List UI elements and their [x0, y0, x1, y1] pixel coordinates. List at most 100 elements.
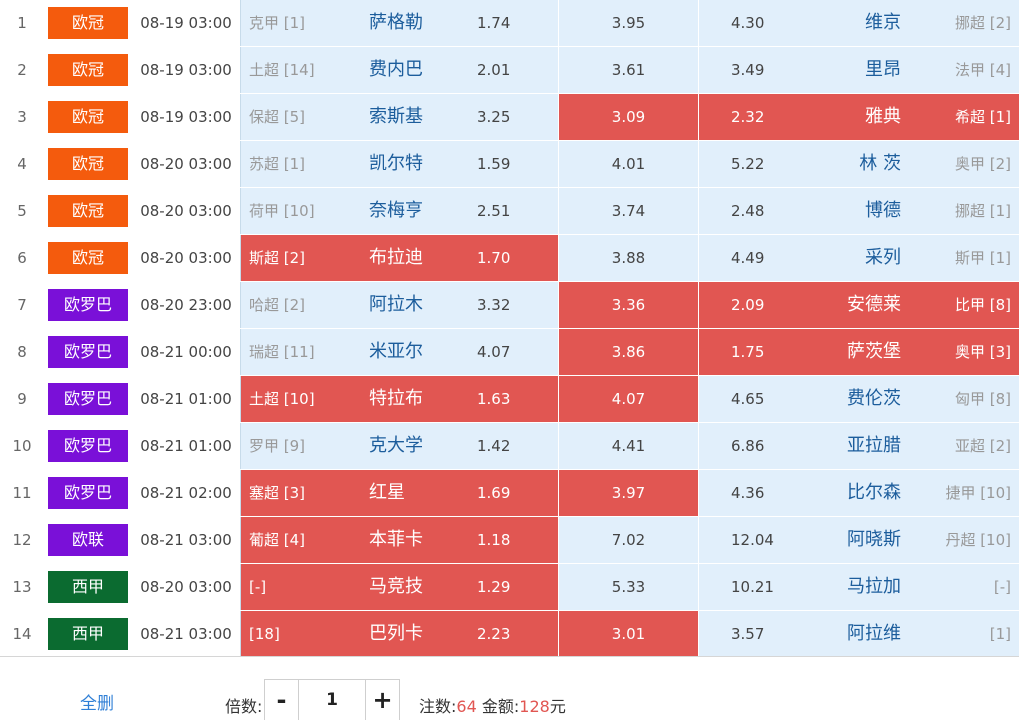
- away-win-option[interactable]: 4.65 费伦茨 匈甲 [8]: [699, 376, 1019, 422]
- draw-option[interactable]: 5.33: [559, 564, 698, 610]
- competition-badge: 欧罗巴: [48, 430, 128, 462]
- home-team-name: 索斯基: [369, 106, 423, 127]
- competition-cell: 欧罗巴: [44, 376, 132, 422]
- away-win-option[interactable]: 3.49 里昂 法甲 [4]: [699, 47, 1019, 93]
- competition-cell: 欧联: [44, 517, 132, 563]
- home-team-name: 阿拉木: [369, 294, 423, 315]
- home-win-option[interactable]: 土超 [14] 费内巴 2.01: [240, 47, 558, 93]
- away-win-option[interactable]: 5.22 林 茨 奥甲 [2]: [699, 141, 1019, 187]
- match-time: 08-21 03:00: [132, 517, 240, 563]
- home-win-option[interactable]: 土超 [10] 特拉布 1.63: [240, 376, 558, 422]
- away-win-odds: 4.30: [731, 14, 765, 32]
- home-team-name: 特拉布: [369, 388, 423, 409]
- draw-option[interactable]: 3.97: [559, 470, 698, 516]
- match-index: 8: [0, 329, 44, 375]
- home-win-option[interactable]: 罗甲 [9] 克大学 1.42: [240, 423, 558, 469]
- home-league-rank: [18]: [249, 625, 280, 643]
- amount-value: 128: [519, 697, 550, 716]
- match-index: 5: [0, 188, 44, 234]
- competition-badge: 欧罗巴: [48, 289, 128, 321]
- away-win-option[interactable]: 2.32 雅典 希超 [1]: [699, 94, 1019, 140]
- match-row: 9 欧罗巴 08-21 01:00 土超 [10] 特拉布 1.63 4.07 4.65 费伦茨…: [0, 376, 1019, 423]
- home-team-name: 布拉迪: [369, 247, 423, 268]
- match-time: 08-21 01:00: [132, 376, 240, 422]
- competition-cell: 欧罗巴: [44, 282, 132, 328]
- draw-odds: 5.33: [611, 578, 646, 596]
- match-index: 3: [0, 94, 44, 140]
- competition-badge: 欧冠: [48, 195, 128, 227]
- home-win-option[interactable]: 瑞超 [11] 米亚尔 4.07: [240, 329, 558, 375]
- away-league-rank: [1]: [989, 625, 1011, 643]
- away-league-rank: 挪超 [1]: [954, 202, 1011, 220]
- draw-option[interactable]: 7.02: [559, 517, 698, 563]
- home-win-odds: 1.18: [477, 531, 511, 549]
- draw-option[interactable]: 3.61: [559, 47, 698, 93]
- home-win-option[interactable]: 斯超 [2] 布拉迪 1.70: [240, 235, 558, 281]
- draw-option[interactable]: 4.41: [559, 423, 698, 469]
- draw-option[interactable]: 4.01: [559, 141, 698, 187]
- competition-cell: 欧罗巴: [44, 470, 132, 516]
- draw-option[interactable]: 3.88: [559, 235, 698, 281]
- away-win-option[interactable]: 3.57 阿拉维 [1]: [699, 611, 1019, 657]
- away-league-rank: 丹超 [10]: [945, 531, 1011, 549]
- home-win-option[interactable]: 苏超 [1] 凯尔特 1.59: [240, 141, 558, 187]
- away-win-option[interactable]: 2.09 安德莱 比甲 [8]: [699, 282, 1019, 328]
- away-win-option[interactable]: 6.86 亚拉腊 亚超 [2]: [699, 423, 1019, 469]
- match-time: 08-21 01:00: [132, 423, 240, 469]
- bets-count: 64: [456, 697, 477, 716]
- match-row: 5 欧冠 08-20 03:00 荷甲 [10] 奈梅亨 2.51 3.74 2.48 博德 挪超…: [0, 188, 1019, 235]
- away-win-option[interactable]: 2.48 博德 挪超 [1]: [699, 188, 1019, 234]
- amount-label: 金额:: [481, 697, 520, 716]
- home-win-option[interactable]: 荷甲 [10] 奈梅亨 2.51: [240, 188, 558, 234]
- draw-option[interactable]: 3.36: [559, 282, 698, 328]
- draw-option[interactable]: 3.95: [559, 0, 698, 46]
- match-row: 7 欧罗巴 08-20 23:00 哈超 [2] 阿拉木 3.32 3.36 2.09 安德莱 比…: [0, 282, 1019, 329]
- away-win-option[interactable]: 4.30 维京 挪超 [2]: [699, 0, 1019, 46]
- home-team-name: 克大学: [369, 435, 423, 456]
- away-win-odds: 3.57: [731, 625, 765, 643]
- draw-option[interactable]: 4.07: [559, 376, 698, 422]
- home-win-option[interactable]: 克甲 [1] 萨格勒 1.74: [240, 0, 558, 46]
- competition-badge: 欧冠: [48, 148, 128, 180]
- match-index: 12: [0, 517, 44, 563]
- multiplier-input[interactable]: [298, 679, 366, 720]
- home-win-option[interactable]: [-] 马竞技 1.29: [240, 564, 558, 610]
- home-league-rank: 土超 [10]: [249, 390, 315, 408]
- home-team-name: 马竞技: [369, 576, 423, 597]
- draw-option[interactable]: 3.01: [559, 611, 698, 657]
- away-team-name: 博德: [865, 200, 901, 221]
- bet-summary: 注数:64 金额:128元: [419, 693, 566, 717]
- away-team-name: 马拉加: [847, 576, 901, 597]
- competition-badge: 欧冠: [48, 101, 128, 133]
- competition-cell: 欧罗巴: [44, 329, 132, 375]
- away-team-name: 采列: [865, 247, 901, 268]
- multiplier-decrease-button[interactable]: -: [264, 679, 298, 720]
- clear-all-button[interactable]: 全删: [80, 689, 114, 714]
- away-team-name: 萨茨堡: [847, 341, 901, 362]
- competition-badge: 西甲: [48, 571, 128, 603]
- home-win-option[interactable]: 塞超 [3] 红星 1.69: [240, 470, 558, 516]
- match-row: 1 欧冠 08-19 03:00 克甲 [1] 萨格勒 1.74 3.95 4.30 维京 挪超 …: [0, 0, 1019, 47]
- home-league-rank: 葡超 [4]: [249, 531, 306, 549]
- away-win-option[interactable]: 12.04 阿晓斯 丹超 [10]: [699, 517, 1019, 563]
- multiplier-increase-button[interactable]: +: [366, 679, 400, 720]
- match-index: 2: [0, 47, 44, 93]
- competition-badge: 欧冠: [48, 242, 128, 274]
- away-win-option[interactable]: 10.21 马拉加 [-]: [699, 564, 1019, 610]
- away-win-option[interactable]: 4.36 比尔森 捷甲 [10]: [699, 470, 1019, 516]
- match-index: 11: [0, 470, 44, 516]
- home-win-option[interactable]: 保超 [5] 索斯基 3.25: [240, 94, 558, 140]
- draw-odds: 4.07: [611, 390, 646, 408]
- home-win-option[interactable]: 葡超 [4] 本菲卡 1.18: [240, 517, 558, 563]
- match-row: 13 西甲 08-20 03:00 [-] 马竞技 1.29 5.33 10.21 马拉加 [-]: [0, 564, 1019, 611]
- draw-option[interactable]: 3.09: [559, 94, 698, 140]
- match-index: 10: [0, 423, 44, 469]
- draw-option[interactable]: 3.86: [559, 329, 698, 375]
- away-win-option[interactable]: 1.75 萨茨堡 奥甲 [3]: [699, 329, 1019, 375]
- away-win-option[interactable]: 4.49 采列 斯甲 [1]: [699, 235, 1019, 281]
- draw-odds: 3.36: [611, 296, 646, 314]
- competition-cell: 欧冠: [44, 141, 132, 187]
- draw-option[interactable]: 3.74: [559, 188, 698, 234]
- home-win-option[interactable]: 哈超 [2] 阿拉木 3.32: [240, 282, 558, 328]
- home-win-option[interactable]: [18] 巴列卡 2.23: [240, 611, 558, 657]
